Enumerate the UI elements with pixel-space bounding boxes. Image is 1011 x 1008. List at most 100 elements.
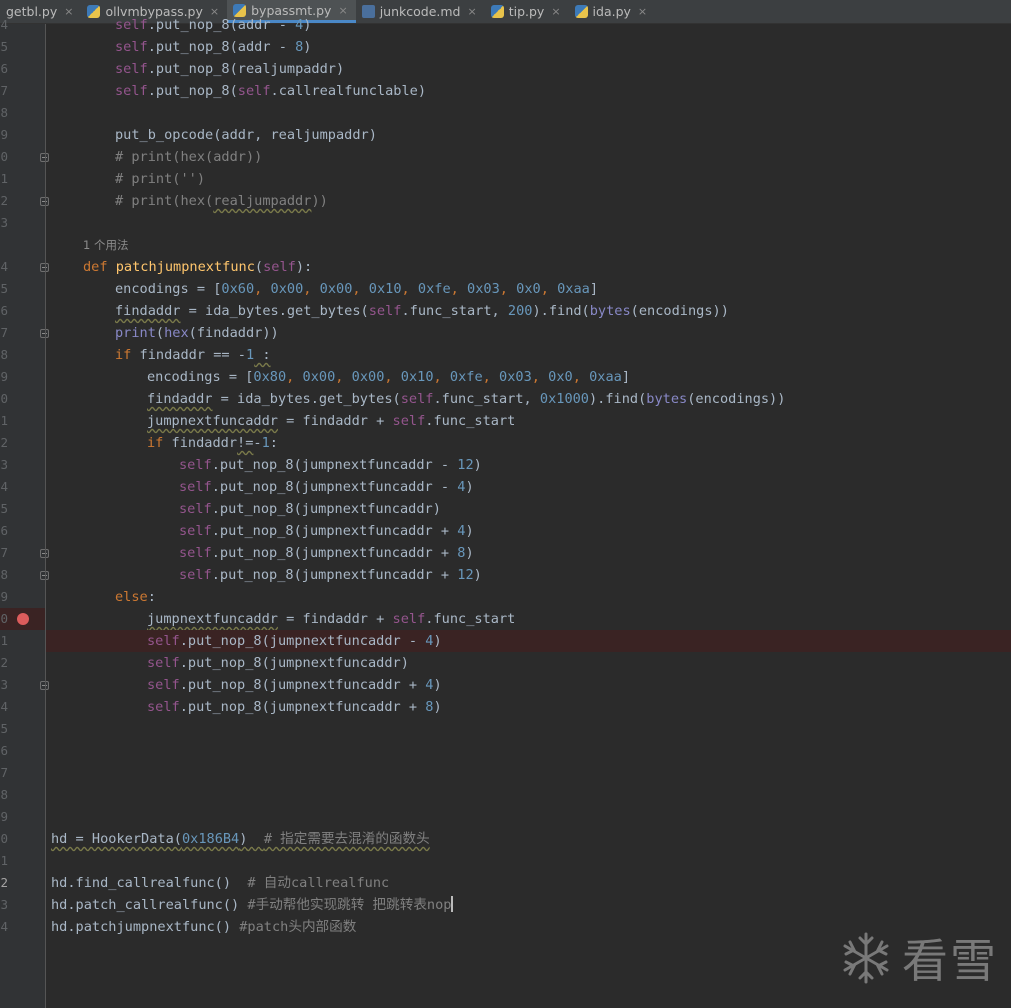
- code-line[interactable]: self.put_nop_8(jumpnextfuncaddr + 8): [46, 696, 1011, 718]
- builtin-name: bytes: [646, 391, 688, 407]
- self-keyword: self: [392, 611, 426, 627]
- number-literal: 0x00: [319, 281, 353, 297]
- code-line[interactable]: self.put_nop_8(self.callrealfunclable): [46, 80, 1011, 102]
- line-number[interactable]: 9: [0, 586, 8, 608]
- line-number[interactable]: 0: [0, 146, 8, 168]
- code-line[interactable]: jumpnextfuncaddr = findaddr + self.func_…: [46, 410, 1011, 432]
- line-number[interactable]: 3: [0, 212, 8, 234]
- code-text: .callrealfunclable): [270, 83, 427, 99]
- line-number[interactable]: 1: [0, 410, 8, 432]
- code-line[interactable]: encodings = [0x60, 0x00, 0x00, 0x10, 0xf…: [46, 278, 1011, 300]
- code-line[interactable]: # print(hex(addr)): [46, 146, 1011, 168]
- line-number[interactable]: 9: [0, 124, 8, 146]
- line-number[interactable]: 8: [0, 344, 8, 366]
- line-number[interactable]: 7: [0, 322, 8, 344]
- code-line[interactable]: self.put_nop_8(addr - 8): [46, 36, 1011, 58]
- line-number[interactable]: 7: [0, 762, 8, 784]
- code-line[interactable]: if findaddr!=-1:: [46, 432, 1011, 454]
- code-line[interactable]: hd = HookerData(0x186B4) # 指定需要去混淆的函数头: [46, 828, 1011, 850]
- line-number[interactable]: 0: [0, 608, 8, 630]
- line-number[interactable]: 2: [0, 872, 8, 894]
- line-number[interactable]: 5: [0, 36, 8, 58]
- code-line[interactable]: self.put_nop_8(jumpnextfuncaddr): [46, 498, 1011, 520]
- line-number[interactable]: 4: [0, 476, 8, 498]
- line-number[interactable]: 6: [0, 740, 8, 762]
- line-number[interactable]: 6: [0, 58, 8, 80]
- code-line[interactable]: self.put_nop_8(jumpnextfuncaddr): [46, 652, 1011, 674]
- line-number[interactable]: 4: [0, 256, 8, 278]
- code-text: ]: [589, 281, 599, 297]
- number-literal: 0xfe: [449, 369, 483, 385]
- code-line[interactable]: hd.find_callrealfunc() # 自动callrealfunc: [46, 872, 1011, 894]
- code-text: put_b_opcode(addr, realjumpaddr): [115, 127, 377, 143]
- line-number[interactable]: 7: [0, 542, 8, 564]
- code-line[interactable]: # print(''): [46, 168, 1011, 190]
- usage-hint-line[interactable]: 1 个用法: [46, 234, 1011, 256]
- line-number[interactable]: 3: [0, 674, 8, 696]
- self-keyword: self: [115, 61, 148, 77]
- line-number[interactable]: 6: [0, 520, 8, 542]
- if-keyword: if: [115, 347, 132, 363]
- number-literal: 0x03: [467, 281, 500, 297]
- code-text: = ida_bytes.get_bytes(: [212, 391, 401, 407]
- line-number[interactable]: 3: [0, 894, 8, 916]
- code-text: .put_nop_8(jumpnextfuncaddr +: [179, 677, 426, 693]
- line-number[interactable]: 6: [0, 300, 8, 322]
- line-number[interactable]: 5: [0, 498, 8, 520]
- code-line[interactable]: if findaddr == -1 :: [46, 344, 1011, 366]
- line-number[interactable]: 4: [0, 14, 8, 36]
- line-number[interactable]: 2: [0, 432, 8, 454]
- line-number[interactable]: 1: [0, 850, 8, 872]
- line-number[interactable]: 7: [0, 80, 8, 102]
- code-text: .func_start: [425, 611, 516, 627]
- code-text: .put_nop_8(realjumpaddr): [147, 61, 345, 77]
- comment: realjumpaddr: [213, 193, 312, 209]
- line-number[interactable]: 5: [0, 718, 8, 740]
- code-line[interactable]: findaddr = ida_bytes.get_bytes(self.func…: [46, 388, 1011, 410]
- breakpoint-icon[interactable]: [17, 613, 29, 625]
- line-number[interactable]: 1: [0, 168, 8, 190]
- code-text: findaddr == -: [131, 347, 246, 363]
- line-number[interactable]: 8: [0, 564, 8, 586]
- line-number[interactable]: 8: [0, 102, 8, 124]
- code-line[interactable]: findaddr = ida_bytes.get_bytes(self.func…: [46, 300, 1011, 322]
- line-number[interactable]: 2: [0, 190, 8, 212]
- line-number[interactable]: 2: [0, 652, 8, 674]
- breakpoint-line[interactable]: self.put_nop_8(jumpnextfuncaddr - 4): [46, 630, 1011, 652]
- self-keyword: self: [179, 545, 212, 561]
- line-number[interactable]: 8: [0, 784, 8, 806]
- code-line[interactable]: self.put_nop_8(jumpnextfuncaddr + 8): [46, 542, 1011, 564]
- code-line[interactable]: self.put_nop_8(addr - 4): [46, 14, 1011, 36]
- code-editor[interactable]: self.put_nop_8(addr - 4) self.put_nop_8(…: [46, 17, 1011, 1008]
- comment: # print(hex(: [115, 193, 214, 209]
- number-literal: 0xaa: [589, 369, 622, 385]
- code-line[interactable]: jumpnextfuncaddr = findaddr + self.func_…: [46, 608, 1011, 630]
- code-line[interactable]: encodings = [0x80, 0x00, 0x00, 0x10, 0xf…: [46, 366, 1011, 388]
- line-number[interactable]: 1: [0, 630, 8, 652]
- line-number[interactable]: 3: [0, 454, 8, 476]
- code-line[interactable]: put_b_opcode(addr, realjumpaddr): [46, 124, 1011, 146]
- code-line[interactable]: print(hex(findaddr)): [46, 322, 1011, 344]
- code-line[interactable]: self.put_nop_8(jumpnextfuncaddr - 12): [46, 454, 1011, 476]
- code-line[interactable]: self.put_nop_8(jumpnextfuncaddr + 4): [46, 520, 1011, 542]
- line-number[interactable]: 9: [0, 806, 8, 828]
- line-number[interactable]: 5: [0, 278, 8, 300]
- line-number-gutter[interactable]: 4567890123456789012345678901234567890123…: [0, 17, 49, 1008]
- code-line[interactable]: # print(hex(realjumpaddr)): [46, 190, 1011, 212]
- code-line[interactable]: self.put_nop_8(jumpnextfuncaddr + 12): [46, 564, 1011, 586]
- line-number[interactable]: 0: [0, 828, 8, 850]
- code-line[interactable]: self.put_nop_8(jumpnextfuncaddr - 4): [46, 476, 1011, 498]
- code-text: .func_start,: [433, 391, 540, 407]
- number-literal: 0x0: [516, 281, 541, 297]
- code-line[interactable]: self.put_nop_8(realjumpaddr): [46, 58, 1011, 80]
- code-line[interactable]: else:: [46, 586, 1011, 608]
- code-line[interactable]: def patchjumpnextfunc(self):: [46, 256, 1011, 278]
- current-code-line[interactable]: hd.patch_callrealfunc() #手动帮他实现跳转 把跳转表no…: [46, 894, 1011, 916]
- code-line[interactable]: self.put_nop_8(jumpnextfuncaddr + 4): [46, 674, 1011, 696]
- line-number[interactable]: 4: [0, 696, 8, 718]
- line-number[interactable]: 0: [0, 388, 8, 410]
- line-number[interactable]: 4: [0, 916, 8, 938]
- usage-hint[interactable]: 1 个用法: [83, 234, 128, 256]
- line-number[interactable]: [0, 234, 8, 256]
- line-number[interactable]: 9: [0, 366, 8, 388]
